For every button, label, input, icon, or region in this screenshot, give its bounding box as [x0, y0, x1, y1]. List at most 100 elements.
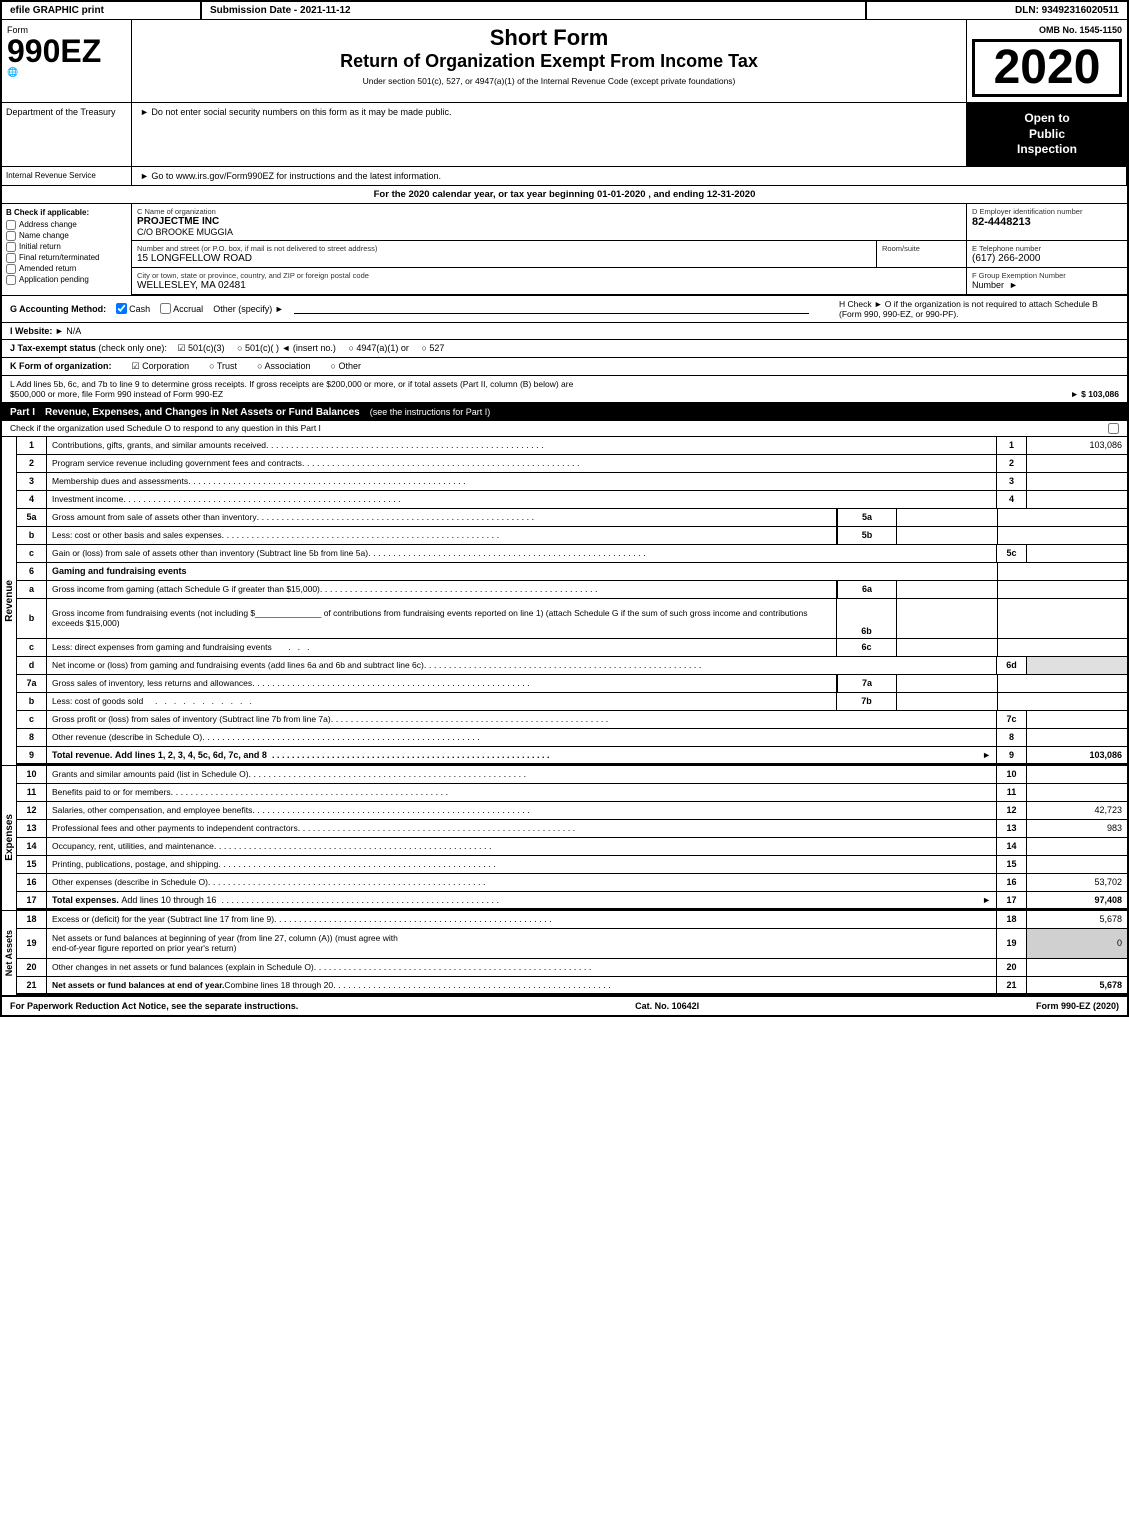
line-6-num: 6 [17, 563, 47, 580]
line-6a-amount [897, 581, 997, 598]
line-21-desc: Net assets or fund balances at end of ye… [47, 977, 997, 993]
line-5b-total [1027, 527, 1127, 544]
do-not-enter-text: ► Do not enter social security numbers o… [132, 103, 967, 166]
instruction-row-2: Internal Revenue Service ► Go to www.irs… [2, 167, 1127, 186]
line-6-amount [1027, 563, 1127, 580]
checkbox-initial-return[interactable]: Initial return [6, 242, 127, 252]
submission-date: Submission Date - 2021-11-12 [202, 2, 867, 19]
initial-return-checkbox[interactable] [6, 242, 16, 252]
schedule-o-row: Check if the organization used Schedule … [2, 421, 1127, 437]
line-row-7c: c Gross profit or (loss) from sales of i… [17, 711, 1127, 729]
accrual-option[interactable]: Accrual [160, 303, 203, 314]
checkbox-application-pending[interactable]: Application pending [6, 275, 127, 285]
org-name-cell: C Name of organization PROJECTME INC C/O… [132, 204, 967, 240]
line-13-ref: 13 [997, 820, 1027, 837]
form-number: 990EZ [7, 35, 126, 67]
ein-value: 82-4448213 [972, 216, 1122, 228]
line-row-21: 21 Net assets or fund balances at end of… [17, 977, 1127, 995]
line-7b-num: b [17, 693, 47, 710]
omb-number: OMB No. 1545-1150 [972, 25, 1122, 35]
accrual-checkbox[interactable] [160, 303, 171, 314]
line-7b-desc: Less: cost of goods sold . . . . . . . .… [47, 693, 837, 710]
city-value: WELLESLEY, MA 02481 [137, 280, 961, 291]
tax-status-row: J Tax-exempt status (check only one): ☑ … [2, 340, 1127, 358]
line-4-desc: Investment income [47, 491, 997, 508]
cash-option[interactable]: Cash [116, 303, 150, 314]
org-type-assoc: ○ Association [257, 361, 310, 372]
line-7c-ref: 7c [997, 711, 1027, 728]
line-15-ref: 15 [997, 856, 1027, 873]
dept-label: Department of the Treasury [2, 103, 132, 166]
address-change-label: Address change [19, 220, 77, 229]
paperwork-text: For Paperwork Reduction Act Notice, see … [10, 1001, 298, 1011]
line-6b-desc: Gross income from fundraising events (no… [47, 599, 837, 638]
tax-year-row: For the 2020 calendar year, or tax year … [2, 186, 1127, 204]
line-5b-amount [897, 527, 997, 544]
e-label: E Telephone number [972, 244, 1122, 253]
application-pending-label: Application pending [19, 275, 89, 284]
line-5c-amount [1027, 545, 1127, 562]
line-row-5a: 5a Gross amount from sale of assets othe… [17, 509, 1127, 527]
line-6d-amount [1027, 657, 1127, 674]
c-label: C Name of organization [137, 207, 961, 216]
line-7c-num: c [17, 711, 47, 728]
line-7a-total [1027, 675, 1127, 692]
schedule-o-checkbox[interactable] [1108, 423, 1119, 434]
final-return-checkbox[interactable] [6, 253, 16, 263]
line-11-desc: Benefits paid to or for members [47, 784, 997, 801]
line-3-amount [1027, 473, 1127, 490]
line-9-desc: Total revenue. Add lines 1, 2, 3, 4, 5c,… [47, 747, 997, 763]
line-9-num: 9 [17, 747, 47, 763]
line-6-desc: Gaming and fundraising events [47, 563, 997, 580]
short-form-title: Short Form [137, 25, 961, 51]
line-4-ref: 4 [997, 491, 1027, 508]
line-2-num: 2 [17, 455, 47, 472]
group-num-row: Number ► [972, 280, 1122, 290]
form-center-title: Short Form Return of Organization Exempt… [132, 20, 967, 102]
checkbox-final-return[interactable]: Final return/terminated [6, 253, 127, 263]
org-type-other: ○ Other [331, 361, 361, 372]
form-body: B Check if applicable: Address change Na… [2, 204, 1127, 296]
checkbox-amended[interactable]: Amended return [6, 264, 127, 274]
return-title: Return of Organization Exempt From Incom… [137, 51, 961, 72]
footer-row: For Paperwork Reduction Act Notice, see … [2, 995, 1127, 1015]
name-change-checkbox[interactable] [6, 231, 16, 241]
d-label: D Employer identification number [972, 207, 1122, 216]
line-6c-amount [897, 639, 997, 656]
phone-cell: E Telephone number (617) 266-2000 [967, 241, 1127, 267]
line-16-num: 16 [17, 874, 47, 891]
line-16-ref: 16 [997, 874, 1027, 891]
line-6c-num: c [17, 639, 47, 656]
checkbox-name-change[interactable]: Name change [6, 231, 127, 241]
cat-no: Cat. No. 10642I [635, 1001, 699, 1011]
cash-checkbox[interactable] [116, 303, 127, 314]
line-13-num: 13 [17, 820, 47, 837]
line-5c-desc: Gain or (loss) from sale of assets other… [47, 545, 997, 562]
line-20-num: 20 [17, 959, 47, 976]
room-suite-cell: Room/suite [877, 241, 967, 267]
line-row-6b: b Gross income from fundraising events (… [17, 599, 1127, 639]
form-number-area: Form 990EZ 🌐 [2, 20, 132, 102]
checkbox-address-change[interactable]: Address change [6, 220, 127, 230]
line-row-6c: c Less: direct expenses from gaming and … [17, 639, 1127, 657]
net-assets-label: Net Assets [4, 930, 14, 976]
amended-checkbox[interactable] [6, 264, 16, 274]
line-row-5c: c Gain or (loss) from sale of assets oth… [17, 545, 1127, 563]
address-change-checkbox[interactable] [6, 220, 16, 230]
line-6d-desc: Net income or (loss) from gaming and fun… [47, 657, 997, 674]
line-5a-total [1027, 509, 1127, 526]
expenses-label: Expenses [4, 814, 15, 861]
gross-receipts-amount: ► $ 103,086 [1070, 389, 1119, 399]
efile-label: efile GRAPHIC print [2, 2, 202, 19]
line-18-desc: Excess or (deficit) for the year (Subtra… [47, 911, 997, 928]
line-5c-ref: 5c [997, 545, 1027, 562]
line-5b-desc: Less: cost or other basis and sales expe… [47, 527, 837, 544]
line-14-amount [1027, 838, 1127, 855]
line-6c-ref-empty [997, 639, 1027, 656]
line-7b-amount [897, 693, 997, 710]
line-2-desc: Program service revenue including govern… [47, 455, 997, 472]
line-10-amount [1027, 766, 1127, 783]
f-label: F Group Exemption Number [972, 271, 1122, 280]
application-pending-checkbox[interactable] [6, 275, 16, 285]
tax-year-large: 2020 [972, 39, 1122, 97]
